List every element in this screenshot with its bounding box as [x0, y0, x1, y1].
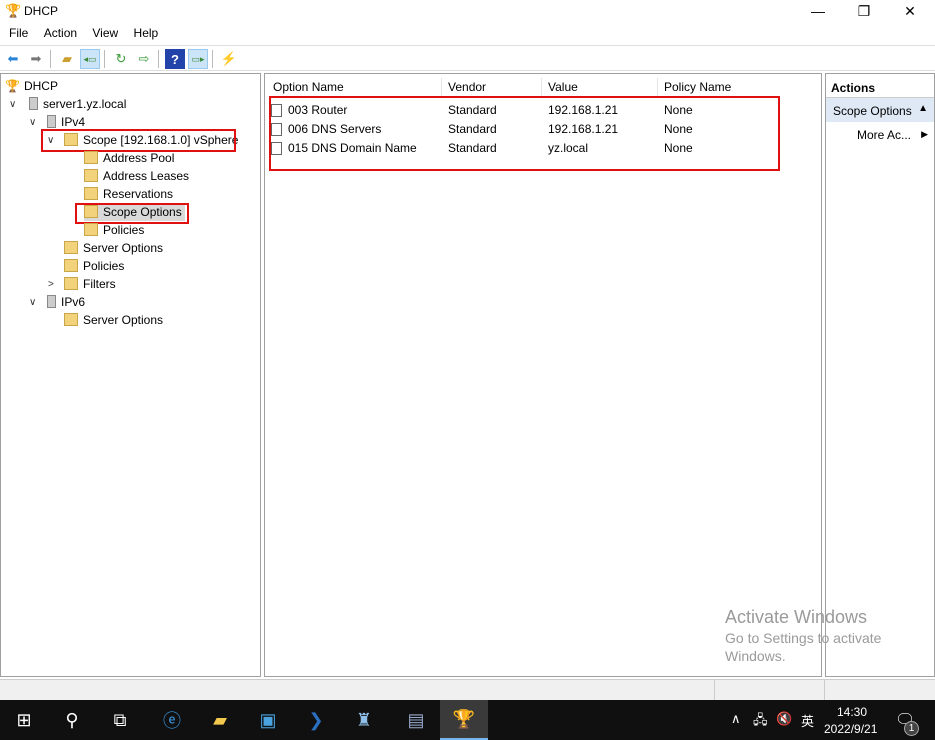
folder-options-icon [64, 241, 78, 254]
status-bar [0, 679, 935, 701]
tree-item-ipv6[interactable]: IPv6 [47, 293, 85, 311]
folder-icon [64, 259, 78, 272]
column-header-policy-name[interactable]: Policy Name [664, 80, 731, 94]
tree-item-ipv6-server-options[interactable]: Server Options [64, 311, 163, 329]
activate-windows-watermark: Activate Windows Go to Settings to activ… [725, 607, 882, 664]
chevron-right-icon: ▶ [921, 129, 928, 139]
network-warning-icon[interactable]: 🖧 [753, 711, 768, 733]
restore-button[interactable]: ❐ [841, 0, 887, 22]
ipv6-icon [47, 295, 56, 308]
back-icon[interactable]: ⬅ [3, 49, 23, 69]
options-list: Option Name Vendor Value Policy Name 003… [264, 73, 822, 677]
more-actions-item[interactable]: More Ac... ▶ [826, 122, 934, 142]
toolbar: ⬅ ➡ ▰ ◂▭ ↻ ⇨ ? ▭▸ ⚡ [0, 45, 935, 71]
up-folder-icon[interactable]: ▰ [57, 49, 77, 69]
volume-muted-icon[interactable]: 🔇 [776, 711, 792, 727]
column-header-value[interactable]: Value [548, 80, 578, 94]
tree-item-server-options[interactable]: Server Options [64, 239, 163, 257]
task-view-icon[interactable]: ⧉ [96, 700, 144, 740]
filter-icon [64, 277, 78, 290]
menu-view[interactable]: View [86, 22, 124, 40]
dhcp-wizard-icon[interactable]: ⚡ [219, 49, 239, 69]
column-header-option-name[interactable]: Option Name [273, 80, 344, 94]
show-hidden-icons-chevron-icon[interactable]: ∧ [731, 711, 741, 727]
refresh-icon[interactable]: ↻ [111, 49, 131, 69]
actions-pane: Actions Scope Options ▲ More Ac... ▶ [825, 73, 935, 677]
start-windows-icon[interactable]: ⊞ [0, 700, 48, 740]
minimize-button[interactable]: — [795, 0, 841, 22]
export-list-icon[interactable]: ⇨ [134, 49, 154, 69]
tree-item-address-leases[interactable]: Address Leases [84, 167, 189, 185]
network-icon[interactable]: ♜ [340, 700, 388, 740]
tree-item-filters[interactable]: Filters [64, 275, 116, 293]
title-bar: 🏆 DHCP — ❐ ✕ [0, 0, 935, 22]
folder-options-icon [64, 313, 78, 326]
tree-item-policies[interactable]: Policies [64, 257, 124, 275]
menu-file[interactable]: File [0, 22, 34, 40]
ipv4-icon [47, 115, 56, 128]
powershell-icon[interactable]: ❯ [292, 700, 340, 740]
file-explorer-icon[interactable]: ▰ [196, 700, 244, 740]
actions-title: Actions [826, 74, 934, 98]
folder-icon [84, 187, 98, 200]
dhcp-taskbar-icon[interactable]: 🏆 [440, 700, 488, 740]
help-icon[interactable]: ? [165, 49, 185, 69]
tree-item-reservations[interactable]: Reservations [84, 185, 173, 203]
tree-item-address-pool[interactable]: Address Pool [84, 149, 174, 167]
dhcp-icon: 🏆 [5, 79, 20, 93]
menu-action[interactable]: Action [38, 22, 83, 40]
server-manager-icon[interactable]: ▣ [244, 700, 292, 740]
show-hide-action-pane-icon[interactable]: ▭▸ [188, 49, 208, 69]
folder-icon [84, 151, 98, 164]
forward-icon[interactable]: ➡ [26, 49, 46, 69]
chevron-right-icon[interactable]: > [48, 279, 54, 290]
menu-help[interactable]: Help [128, 22, 165, 40]
collapse-up-icon[interactable]: ▲ [918, 103, 928, 114]
tree-item-scope-policies[interactable]: Policies [84, 221, 144, 239]
show-hide-tree-icon[interactable]: ◂▭ [80, 49, 100, 69]
internet-explorer-icon[interactable]: ⓔ [148, 700, 196, 740]
clock-time[interactable]: 14:30 [837, 705, 867, 719]
menu-bar: File Action View Help [0, 22, 935, 44]
window-title: DHCP [24, 4, 59, 18]
column-header-vendor[interactable]: Vendor [448, 80, 486, 94]
tree-item-dhcp[interactable]: 🏆 DHCP [5, 77, 58, 95]
dhcp-app-icon: 🏆 [5, 3, 22, 18]
remote-desktop-icon[interactable]: ▤ [392, 700, 440, 740]
search-icon[interactable]: ⚲ [48, 700, 96, 740]
clock-date[interactable]: 2022/9/21 [824, 722, 877, 736]
ime-indicator[interactable]: 英 [801, 711, 814, 730]
folder-clock-icon [84, 169, 98, 182]
chevron-down-icon[interactable]: ∨ [9, 99, 16, 110]
folder-icon [84, 223, 98, 236]
tree-item-server[interactable]: server1.yz.local [29, 95, 126, 113]
chevron-down-icon[interactable]: ∨ [29, 297, 36, 308]
actions-section-scope-options[interactable]: Scope Options ▲ [826, 98, 934, 122]
close-button[interactable]: ✕ [887, 0, 933, 22]
chevron-down-icon[interactable]: ∨ [29, 117, 36, 128]
console-tree: 🏆 DHCP ∨ server1.yz.local ∨ IPv4 ∨ Scope … [0, 73, 261, 677]
taskbar: ⊞ ⚲ ⧉ ⓔ ▰ ▣ ❯ ♜ ▤ 🏆 ∧ 🖧 🔇 英 14:30 2022/9… [0, 700, 935, 740]
server-icon [29, 97, 38, 110]
notification-count-badge: 1 [904, 721, 919, 736]
